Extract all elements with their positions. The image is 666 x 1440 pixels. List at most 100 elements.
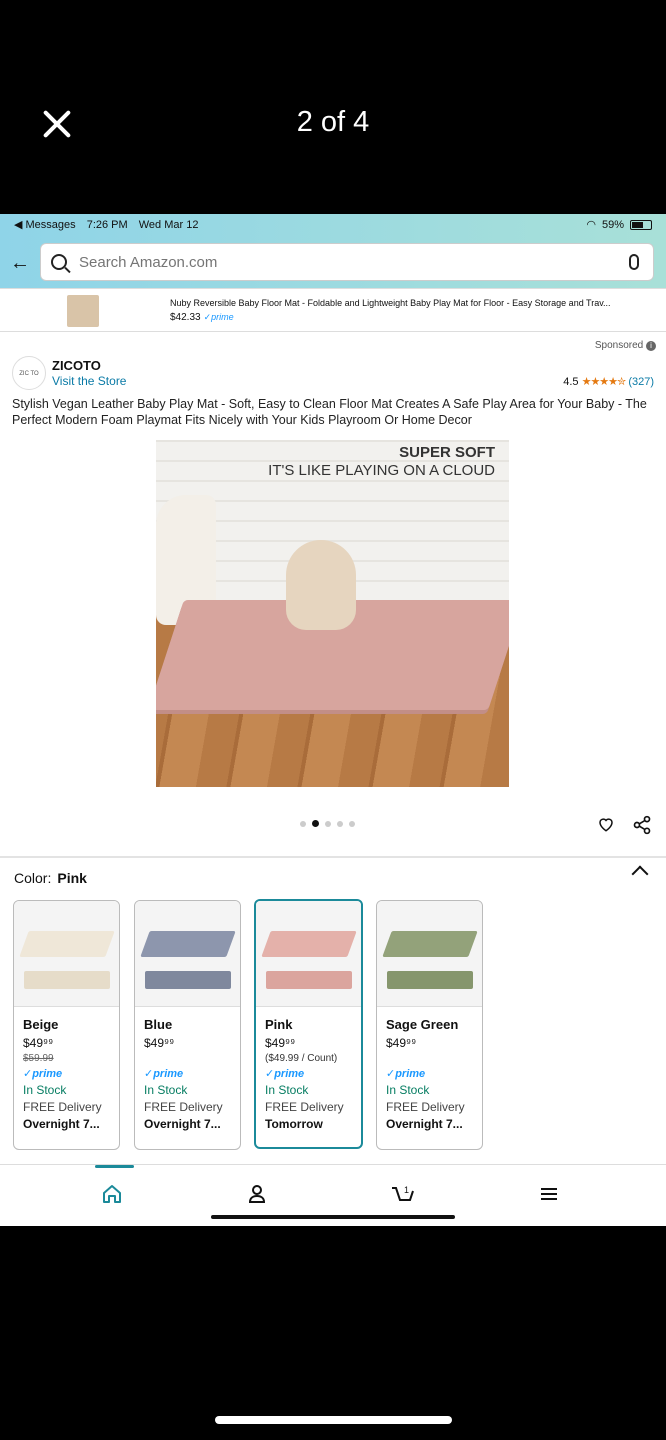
svg-text:1: 1	[404, 1185, 409, 1195]
swatch-fold-shape	[387, 971, 473, 989]
carousel-dot[interactable]	[312, 820, 319, 827]
status-date: Wed Mar 12	[138, 219, 199, 231]
screenshot-content: ◀ Messages 7:26 PM Wed Mar 12 ◠ 59% ← Nu…	[0, 214, 666, 1226]
swatch-mat-shape	[140, 931, 236, 957]
chevron-up-icon[interactable]	[631, 865, 649, 883]
swatch-thumbnail	[377, 901, 482, 1007]
prime-badge: ✓prime	[23, 1068, 63, 1080]
status-right: ◠ 59%	[586, 218, 652, 231]
swatch-stock: In Stock	[23, 1083, 67, 1097]
swatch-list-price: $59.99	[23, 1053, 54, 1064]
swatch-mat-shape	[261, 931, 357, 957]
active-tab-indicator	[95, 1165, 134, 1168]
search-row: ←	[0, 236, 666, 288]
star-rating-icon: ★★★★✮	[581, 376, 627, 388]
wifi-icon: ◠	[586, 219, 596, 231]
hero-subline: IT'S LIKE PLAYING ON A CLOUD	[268, 462, 495, 479]
swatch-pink[interactable]: Pink $49⁹⁹ ($49.99 / Count) ✓prime In St…	[254, 899, 363, 1149]
swatch-price: $49⁹⁹	[265, 1036, 296, 1050]
share-icon[interactable]	[632, 815, 652, 835]
swatch-delivery: FREE Delivery	[23, 1100, 102, 1114]
swatch-price: $49⁹⁹	[386, 1036, 417, 1050]
swatch-thumbnail	[14, 901, 119, 1007]
swatch-eta: Tomorrow	[265, 1117, 323, 1131]
swatch-unit-price: ($49.99 / Count)	[265, 1053, 338, 1064]
swatch-info: Beige $49⁹⁹ $59.99 ✓prime In Stock FREE …	[14, 1007, 119, 1131]
viewer-footer	[0, 1226, 666, 1440]
prime-badge: ✓prime	[265, 1068, 305, 1080]
section-divider	[0, 856, 666, 858]
swatch-name: Beige	[23, 1017, 59, 1032]
status-left: ◀ Messages 7:26 PM Wed Mar 12	[14, 218, 198, 231]
visit-store-link[interactable]: Visit the Store	[52, 374, 126, 388]
carousel-dot[interactable]	[349, 820, 355, 827]
swatch-mat-shape	[19, 931, 115, 957]
carousel-dots[interactable]	[300, 820, 355, 827]
sponsored-product-thumbnail[interactable]	[67, 295, 99, 327]
product-hero-image[interactable]: SUPER SOFT IT'S LIKE PLAYING ON A CLOUD	[156, 440, 509, 787]
prime-badge: ✓prime	[144, 1068, 184, 1080]
swatch-thumbnail	[256, 901, 361, 1007]
viewer-home-indicator	[215, 1416, 452, 1424]
back-to-app[interactable]: ◀ Messages	[14, 219, 76, 231]
swatch-sage-green[interactable]: Sage Green $49⁹⁹ ✓prime In Stock FREE De…	[376, 900, 483, 1150]
search-box[interactable]	[40, 243, 654, 281]
swatch-delivery: FREE Delivery	[144, 1100, 223, 1114]
search-icon	[51, 254, 67, 270]
color-label-text: Color:	[14, 870, 52, 886]
swatch-eta: Overnight 7...	[386, 1117, 463, 1131]
sponsored-product-strip[interactable]: Nuby Reversible Baby Floor Mat - Foldabl…	[0, 288, 666, 332]
swatch-blue[interactable]: Blue $49⁹⁹ ✓prime In Stock FREE Delivery…	[134, 900, 241, 1150]
sponsored-product-title[interactable]: Nuby Reversible Baby Floor Mat - Foldabl…	[170, 298, 660, 308]
sponsored-label[interactable]: Sponsored i	[595, 340, 656, 351]
swatch-info: Sage Green $49⁹⁹ ✓prime In Stock FREE De…	[377, 1007, 482, 1131]
swatch-beige[interactable]: Beige $49⁹⁹ $59.99 ✓prime In Stock FREE …	[13, 900, 120, 1150]
hero-baby	[286, 540, 356, 630]
carousel-dot[interactable]	[337, 820, 343, 827]
home-icon[interactable]	[97, 1179, 127, 1209]
swatch-info: Blue $49⁹⁹ ✓prime In Stock FREE Delivery…	[135, 1007, 240, 1131]
carousel-dot[interactable]	[325, 820, 331, 827]
swatch-stock: In Stock	[144, 1083, 188, 1097]
account-icon[interactable]	[242, 1179, 272, 1209]
carousel-dot[interactable]	[300, 820, 306, 827]
selected-color: Pink	[57, 870, 87, 886]
status-bar: ◀ Messages 7:26 PM Wed Mar 12 ◠ 59%	[0, 214, 666, 236]
search-input[interactable]	[79, 253, 599, 271]
image-counter: 2 of 4	[296, 106, 370, 138]
hero-headline: SUPER SOFT	[399, 444, 495, 461]
swatch-name: Sage Green	[386, 1017, 459, 1032]
home-indicator	[211, 1215, 455, 1219]
prime-badge: ✓prime	[386, 1068, 426, 1080]
cart-icon[interactable]: 1	[388, 1179, 418, 1209]
info-icon[interactable]: i	[646, 341, 656, 351]
swatch-mat-shape	[382, 931, 478, 957]
swatch-info: Pink $49⁹⁹ ($49.99 / Count) ✓prime In St…	[256, 1007, 361, 1131]
sponsored-text: Sponsored	[594, 340, 644, 351]
swatch-thumbnail	[135, 901, 240, 1007]
product-title: Stylish Vegan Leather Baby Play Mat - So…	[12, 397, 647, 427]
swatch-fold-shape	[145, 971, 231, 989]
image-viewer-header: 2 of 4	[0, 0, 666, 214]
bottom-tab-bar: 1	[0, 1164, 666, 1226]
heart-icon[interactable]	[597, 815, 615, 833]
brand-name: ZICOTO	[52, 358, 101, 373]
swatch-delivery: FREE Delivery	[265, 1100, 344, 1114]
sponsored-price-value: $42.33	[170, 312, 201, 323]
menu-icon[interactable]	[534, 1179, 564, 1209]
review-count[interactable]: (327)	[628, 376, 654, 388]
rating[interactable]: 4.5 ★★★★✮ (327)	[563, 375, 654, 388]
swatch-eta: Overnight 7...	[144, 1117, 221, 1131]
rating-score: 4.5	[563, 376, 579, 388]
brand-logo[interactable]: ZIC TO	[12, 356, 46, 390]
microphone-icon[interactable]	[629, 254, 639, 270]
back-arrow-icon[interactable]: ←	[10, 252, 30, 275]
battery-icon	[630, 219, 652, 230]
swatch-name: Blue	[144, 1017, 173, 1032]
sponsored-product-price: $42.33 ✓prime	[170, 312, 234, 323]
battery-percent: 59%	[601, 218, 624, 231]
swatch-fold-shape	[266, 971, 352, 989]
status-time: 7:26 PM	[86, 219, 128, 231]
prime-badge: ✓prime	[203, 312, 234, 322]
color-swatches: Beige $49⁹⁹ $59.99 ✓prime In Stock FREE …	[13, 899, 483, 1150]
